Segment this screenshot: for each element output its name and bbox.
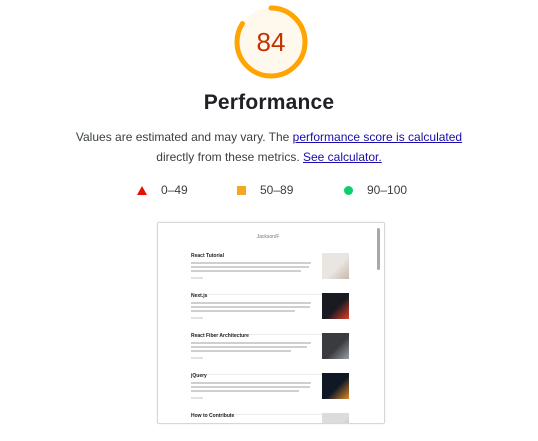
page-title: Performance bbox=[203, 91, 335, 114]
green-circle-icon bbox=[344, 185, 353, 195]
screenshot-scrollbar bbox=[377, 228, 380, 270]
post-excerpt-line bbox=[191, 342, 311, 344]
screenshot-post-row: React Tutorial bbox=[191, 251, 349, 295]
post-title: Next.js bbox=[191, 293, 208, 299]
screenshot-post-row: jQuery bbox=[191, 371, 349, 415]
post-excerpt-line bbox=[191, 310, 295, 312]
description-text-1: Values are estimated and may vary. The bbox=[75, 130, 293, 144]
description-text-2: directly from these metrics. bbox=[156, 150, 303, 164]
post-excerpt-line bbox=[191, 390, 299, 392]
screenshot-post-row: How to Contribute bbox=[191, 411, 349, 423]
post-excerpt-line bbox=[191, 382, 311, 384]
legend-item-average: 50–89 bbox=[237, 183, 293, 197]
screenshot-post-row: Next.js bbox=[191, 291, 349, 335]
final-screenshot-thumbnail: Jackson/F React Tutorial Next.js React F… bbox=[157, 222, 385, 424]
post-title: React Tutorial bbox=[191, 253, 224, 259]
red-triangle-icon bbox=[137, 185, 147, 195]
post-title: jQuery bbox=[191, 373, 207, 379]
screenshot-post-row: React Fiber Architecture bbox=[191, 331, 349, 375]
score-value: 84 bbox=[256, 27, 286, 57]
legend-item-fail: 0–49 bbox=[137, 183, 188, 197]
post-date bbox=[191, 277, 203, 279]
post-excerpt-line bbox=[191, 266, 309, 268]
legend-label: 0–49 bbox=[161, 183, 188, 197]
post-thumbnail-image bbox=[322, 333, 349, 359]
legend-label: 50–89 bbox=[260, 183, 294, 197]
performance-score-gauge: 84 bbox=[234, 5, 308, 79]
post-excerpt-line bbox=[191, 262, 311, 264]
legend-label: 90–100 bbox=[367, 183, 408, 197]
screenshot-site-header: Jackson/F bbox=[256, 234, 280, 240]
post-date bbox=[191, 317, 203, 319]
post-excerpt-line bbox=[191, 302, 311, 304]
post-excerpt-line bbox=[191, 346, 307, 348]
post-date bbox=[191, 357, 203, 359]
score-legend: 0–49 50–89 90–100 bbox=[0, 183, 538, 199]
see-calculator-link[interactable]: See calculator. bbox=[303, 150, 382, 164]
post-title: How to Contribute bbox=[191, 413, 235, 419]
post-excerpt-line bbox=[191, 386, 310, 388]
post-thumbnail-image bbox=[322, 293, 349, 319]
orange-square-icon bbox=[237, 185, 246, 195]
performance-description: Values are estimated and may vary. The p… bbox=[0, 127, 538, 167]
post-excerpt-line bbox=[191, 350, 291, 352]
legend-item-pass: 90–100 bbox=[344, 183, 407, 197]
post-excerpt-line bbox=[191, 306, 310, 308]
score-calculated-link[interactable]: performance score is calculated bbox=[293, 130, 462, 144]
post-thumbnail-image bbox=[322, 413, 349, 423]
post-title: React Fiber Architecture bbox=[191, 333, 249, 339]
post-thumbnail-image bbox=[322, 373, 349, 399]
post-thumbnail-image bbox=[322, 253, 349, 279]
post-date bbox=[191, 397, 203, 399]
post-excerpt-line bbox=[191, 270, 301, 272]
